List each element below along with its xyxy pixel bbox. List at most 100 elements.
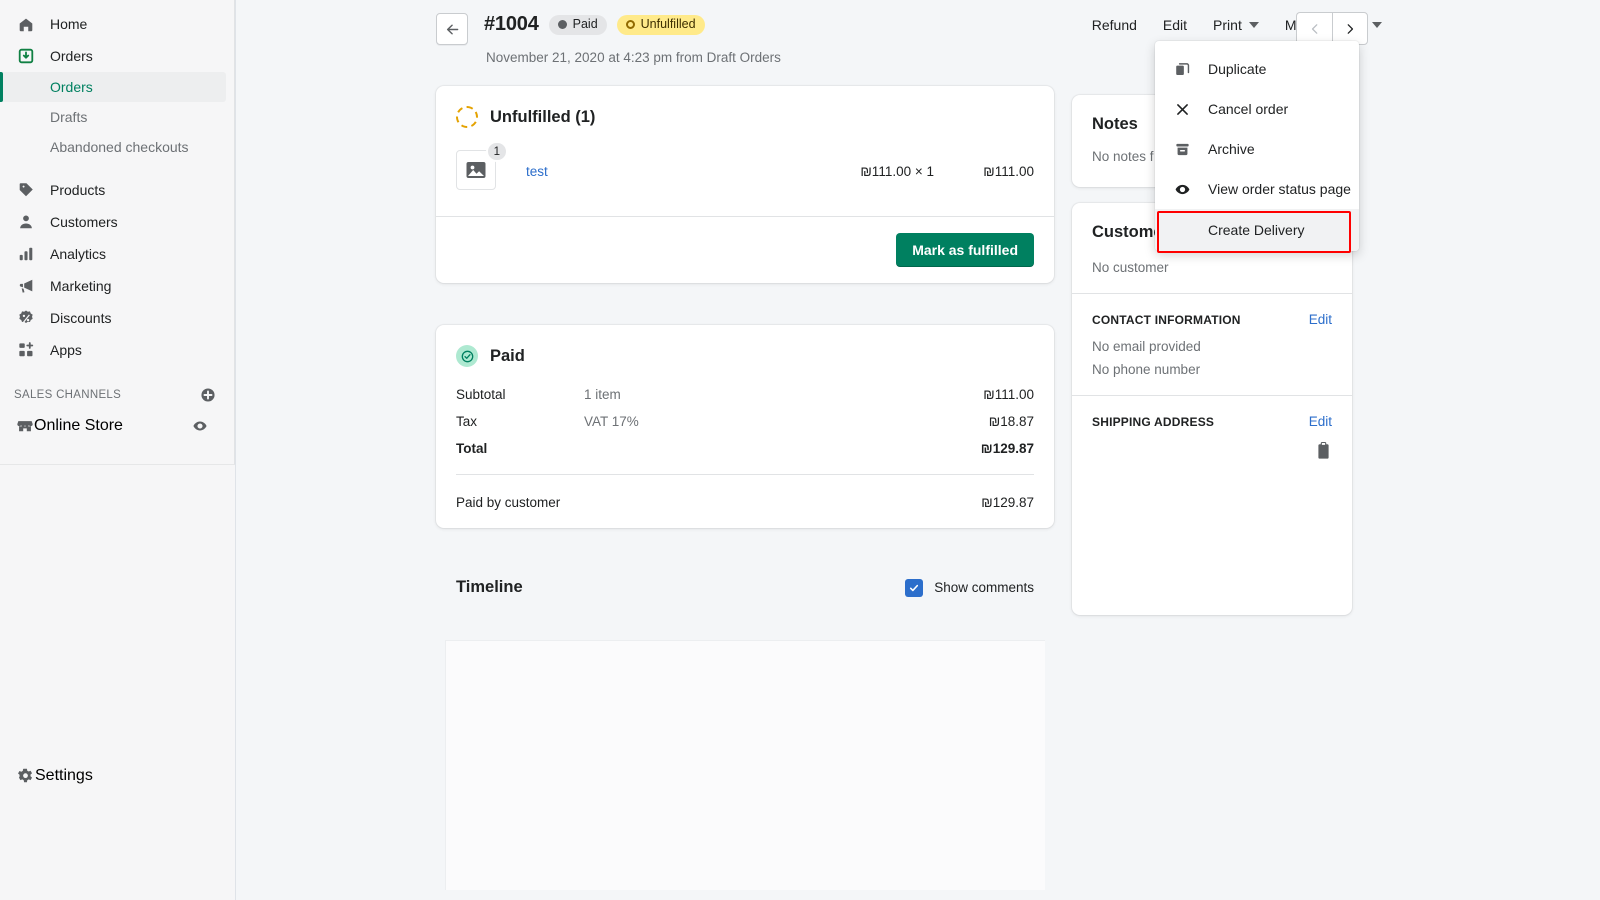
show-comments-checkbox[interactable]	[905, 579, 923, 597]
sidebar-subitem-orders[interactable]: Orders	[0, 72, 226, 102]
discount-icon	[16, 308, 36, 328]
sidebar-item-label: Discounts	[50, 310, 111, 326]
sidebar-item-settings[interactable]: Settings	[0, 760, 93, 792]
menu-item-duplicate[interactable]: Duplicate	[1155, 49, 1359, 89]
print-button[interactable]: Print	[1213, 17, 1259, 33]
sidebar-item-label: Home	[50, 16, 87, 32]
status-dot-icon	[558, 20, 567, 29]
sidebar-item-apps[interactable]: Apps	[0, 334, 226, 366]
payment-header: Paid	[436, 325, 1054, 367]
chevron-left-icon	[1308, 22, 1322, 36]
menu-item-create-delivery[interactable]: Create Delivery	[1155, 209, 1359, 251]
sidebar-subitem-drafts[interactable]: Drafts	[0, 102, 226, 132]
menu-item-label: View order status page	[1208, 181, 1351, 197]
duplicate-icon	[1172, 59, 1192, 79]
sidebar-item-discounts[interactable]: Discounts	[0, 302, 226, 334]
totals-row: Total ₪129.87	[456, 435, 1034, 462]
order-details-page: Home Orders Orders Drafts	[0, 0, 1600, 900]
mark-as-fulfilled-button[interactable]: Mark as fulfilled	[896, 233, 1034, 267]
menu-item-label: Archive	[1208, 141, 1255, 157]
status-badge-label: Paid	[573, 18, 598, 31]
line-item-total: ₪111.00	[983, 164, 1034, 179]
sidebar-item-home[interactable]: Home	[0, 8, 226, 40]
sidebar-subitem-label: Drafts	[50, 109, 87, 125]
sidebar-item-products[interactable]: Products	[0, 174, 226, 206]
store-icon	[16, 417, 34, 435]
sidebar-item-label: Apps	[50, 342, 82, 358]
totals-label: Total	[456, 441, 584, 456]
show-comments-toggle[interactable]: Show comments	[905, 579, 1034, 597]
eye-icon	[1172, 179, 1192, 199]
sidebar-item-orders[interactable]: Orders	[0, 40, 226, 72]
menu-item-archive[interactable]: Archive	[1155, 129, 1359, 169]
totals-amount: ₪18.87	[989, 414, 1034, 429]
fulfillment-card: Unfulfilled (1) 1 test ₪111.00 × 1 ₪111.…	[436, 86, 1054, 283]
page-header: #1004 Paid Unfulfilled November 21, 2020…	[236, 0, 1600, 84]
active-indicator	[0, 72, 3, 102]
sidebar-item-label: Online Store	[34, 417, 123, 435]
edit-button[interactable]: Edit	[1163, 17, 1187, 33]
sales-channels-header: SALES CHANNELS	[0, 380, 234, 410]
sidebar-nav: Home Orders Orders Drafts	[0, 0, 234, 442]
check-icon	[908, 582, 920, 594]
product-name-link[interactable]: test	[526, 164, 548, 179]
sidebar-item-analytics[interactable]: Analytics	[0, 238, 226, 270]
chevron-down-icon	[1372, 22, 1382, 28]
plus-circle-icon[interactable]	[198, 385, 218, 405]
bar-chart-icon	[16, 244, 36, 264]
tag-icon	[16, 180, 36, 200]
sidebar-subitem-abandoned-checkouts[interactable]: Abandoned checkouts	[0, 132, 226, 162]
paid-by-customer-row: Paid by customer ₪129.87	[436, 479, 1054, 528]
edit-label: Edit	[1163, 17, 1187, 33]
page-title: #1004	[484, 13, 539, 36]
sidebar-item-label: Analytics	[50, 246, 106, 262]
status-badge-paid: Paid	[549, 15, 607, 35]
fulfillment-footer: Mark as fulfilled	[436, 216, 1054, 283]
sidebar-item-online-store[interactable]: Online Store	[0, 410, 226, 442]
orders-icon	[16, 46, 36, 66]
fulfillment-header: Unfulfilled (1)	[436, 86, 1054, 128]
sidebar-item-label: Customers	[50, 214, 118, 230]
order-title-row: #1004 Paid Unfulfilled	[484, 13, 705, 36]
print-label: Print	[1213, 17, 1242, 33]
megaphone-icon	[16, 276, 36, 296]
totals-label: Tax	[456, 414, 584, 429]
order-meta: November 21, 2020 at 4:23 pm from Draft …	[486, 50, 781, 65]
menu-item-label: Create Delivery	[1208, 222, 1304, 238]
line-item-unit-price: ₪111.00 × 1	[860, 164, 934, 179]
payment-status-title: Paid	[490, 347, 525, 366]
status-badge-unfulfilled: Unfulfilled	[617, 15, 705, 35]
dashed-circle-icon	[456, 106, 478, 128]
timeline-card	[445, 640, 1045, 890]
more-actions-menu: Duplicate Cancel order Archive View orde…	[1155, 41, 1359, 251]
quantity-badge: 1	[486, 141, 508, 162]
menu-item-cancel-order[interactable]: Cancel order	[1155, 89, 1359, 129]
totals-amount: ₪129.87	[981, 441, 1034, 456]
sidebar-item-label: Marketing	[50, 278, 111, 294]
paid-by-customer-label: Paid by customer	[456, 495, 560, 510]
menu-item-label: Duplicate	[1208, 61, 1266, 77]
sidebar-item-customers[interactable]: Customers	[0, 206, 226, 238]
sidebar-subitem-label: Orders	[50, 79, 93, 95]
archive-icon	[1172, 139, 1192, 159]
sidebar-item-label: Orders	[50, 48, 93, 64]
refund-label: Refund	[1092, 17, 1137, 33]
refund-button[interactable]: Refund	[1092, 17, 1137, 33]
home-icon	[16, 14, 36, 34]
sidebar-subitem-label: Abandoned checkouts	[50, 139, 189, 155]
payment-status-row: Paid	[456, 345, 1034, 367]
payment-card: Paid Subtotal 1 item ₪111.00 Tax VAT 17%…	[436, 325, 1054, 528]
timeline-header: Timeline Show comments	[456, 578, 1034, 597]
product-thumbnail-wrap: 1	[456, 150, 498, 192]
totals-divider	[456, 474, 1034, 475]
timeline-title: Timeline	[456, 578, 523, 597]
sidebar-item-marketing[interactable]: Marketing	[0, 270, 226, 302]
totals-detail: VAT 17%	[584, 414, 989, 429]
eye-icon[interactable]	[190, 416, 210, 436]
totals-row: Subtotal 1 item ₪111.00	[456, 381, 1034, 408]
status-ring-icon	[626, 20, 635, 29]
totals-label: Subtotal	[456, 387, 584, 402]
menu-item-label: Cancel order	[1208, 101, 1288, 117]
back-button[interactable]	[436, 13, 468, 45]
menu-item-view-order-status-page[interactable]: View order status page	[1155, 169, 1359, 209]
